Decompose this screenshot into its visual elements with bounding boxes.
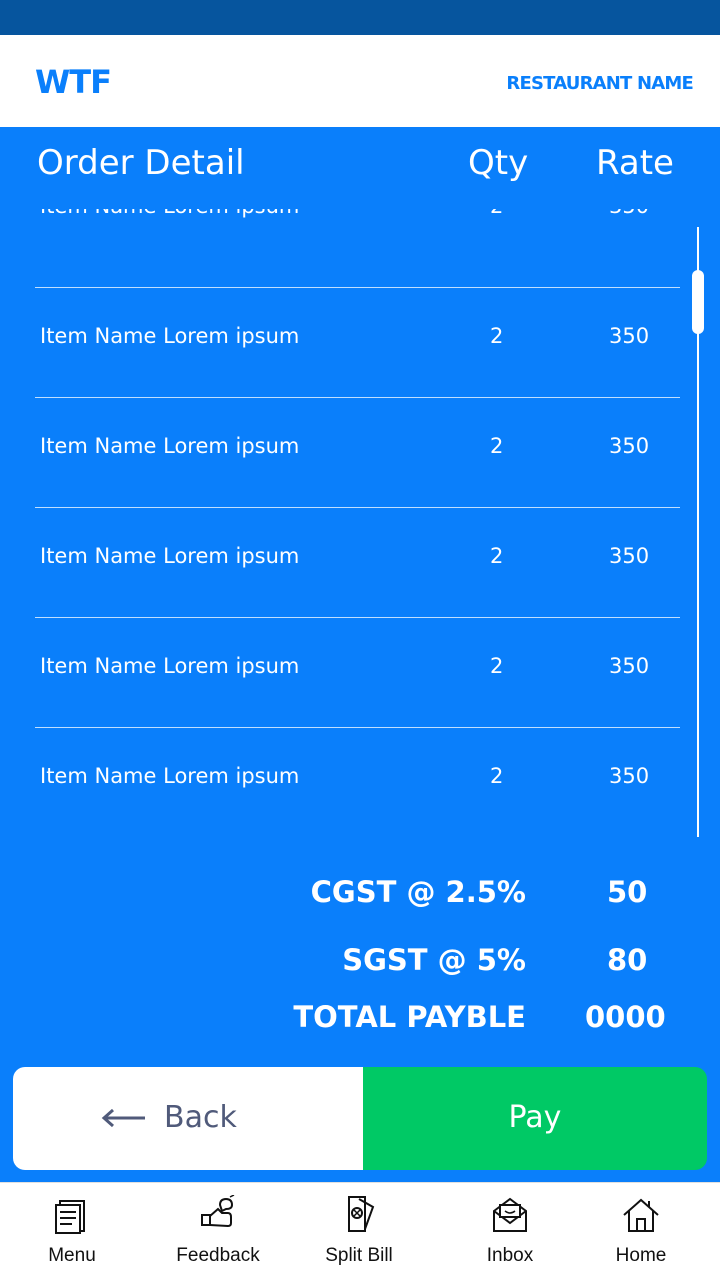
item-qty: 2 [490, 544, 504, 568]
nav-item-inbox[interactable]: Inbox [438, 1183, 582, 1281]
total-payable-label: TOTAL PAYBLE [293, 1000, 526, 1034]
pay-button-label: Pay [508, 1100, 562, 1135]
back-button-label: Back [164, 1100, 237, 1135]
split-bill-icon [348, 1196, 375, 1232]
scrollbar-thumb[interactable] [692, 270, 704, 334]
item-rate: 350 [609, 209, 649, 218]
item-qty: 2 [490, 654, 504, 678]
nav-label-menu: Menu [48, 1245, 96, 1266]
nav-item-menu[interactable]: Menu [0, 1183, 144, 1281]
item-qty: 2 [490, 209, 503, 218]
column-header-order-detail: Order Detail [37, 143, 245, 183]
order-panel: Order Detail Qty Rate Item Name Lorem ip… [0, 127, 720, 1182]
item-name: Item Name Lorem ipsum [40, 764, 300, 788]
order-items-list[interactable]: Item Name Lorem ipsum 2 350 Item Name Lo… [0, 209, 720, 837]
item-name: Item Name Lorem ipsum [40, 209, 299, 218]
item-qty: 2 [490, 324, 504, 348]
item-rate: 350 [609, 434, 650, 458]
order-item-row: Item Name Lorem ipsum 2 350 [35, 617, 680, 728]
item-rate: 350 [609, 324, 650, 348]
order-item-row: Item Name Lorem ipsum 2 350 [35, 727, 680, 837]
item-qty: 2 [490, 434, 504, 458]
item-name: Item Name Lorem ipsum [40, 434, 300, 458]
order-item-row: Item Name Lorem ipsum 2 350 [35, 397, 680, 508]
back-button[interactable]: Back [13, 1067, 363, 1170]
bottom-nav: Menu Feedback Split Bill Inbox Home [0, 1182, 720, 1281]
nav-label-inbox: Inbox [486, 1245, 534, 1266]
item-rate: 350 [609, 544, 650, 568]
inbox-icon [493, 1197, 527, 1232]
item-rate: 350 [609, 654, 650, 678]
sgst-value: 80 [607, 943, 648, 977]
home-icon [623, 1198, 659, 1232]
arrow-left-icon [101, 1108, 145, 1128]
item-name: Item Name Lorem ipsum [40, 654, 300, 678]
app-header: WTF RESTAURANT NAME [0, 35, 720, 127]
column-header-rate: Rate [596, 143, 674, 183]
restaurant-name: RESTAURANT NAME [506, 73, 693, 94]
cgst-label: CGST @ 2.5% [310, 875, 526, 909]
app-logo: WTF [35, 63, 112, 101]
item-rate: 350 [609, 764, 650, 788]
cgst-value: 50 [607, 875, 648, 909]
order-item-row: Item Name Lorem ipsum 2 350 [35, 209, 680, 288]
column-header-qty: Qty [468, 143, 529, 183]
feedback-icon [201, 1195, 235, 1228]
item-qty: 2 [490, 764, 504, 788]
nav-item-feedback[interactable]: Feedback [146, 1183, 290, 1281]
nav-label-split-bill: Split Bill [325, 1245, 393, 1266]
nav-label-feedback: Feedback [176, 1245, 260, 1266]
order-item-row: Item Name Lorem ipsum 2 350 [35, 287, 680, 398]
nav-item-split-bill[interactable]: Split Bill [287, 1183, 431, 1281]
menu-icon [55, 1200, 85, 1234]
item-name: Item Name Lorem ipsum [40, 324, 300, 348]
order-item-row: Item Name Lorem ipsum 2 350 [35, 507, 680, 618]
status-bar [0, 0, 720, 35]
pay-button[interactable]: Pay [363, 1067, 707, 1170]
total-payable-value: 0000 [585, 1000, 666, 1034]
sgst-label: SGST @ 5% [342, 943, 526, 977]
nav-item-home[interactable]: Home [569, 1183, 713, 1281]
nav-label-home: Home [615, 1245, 667, 1266]
item-name: Item Name Lorem ipsum [40, 544, 300, 568]
